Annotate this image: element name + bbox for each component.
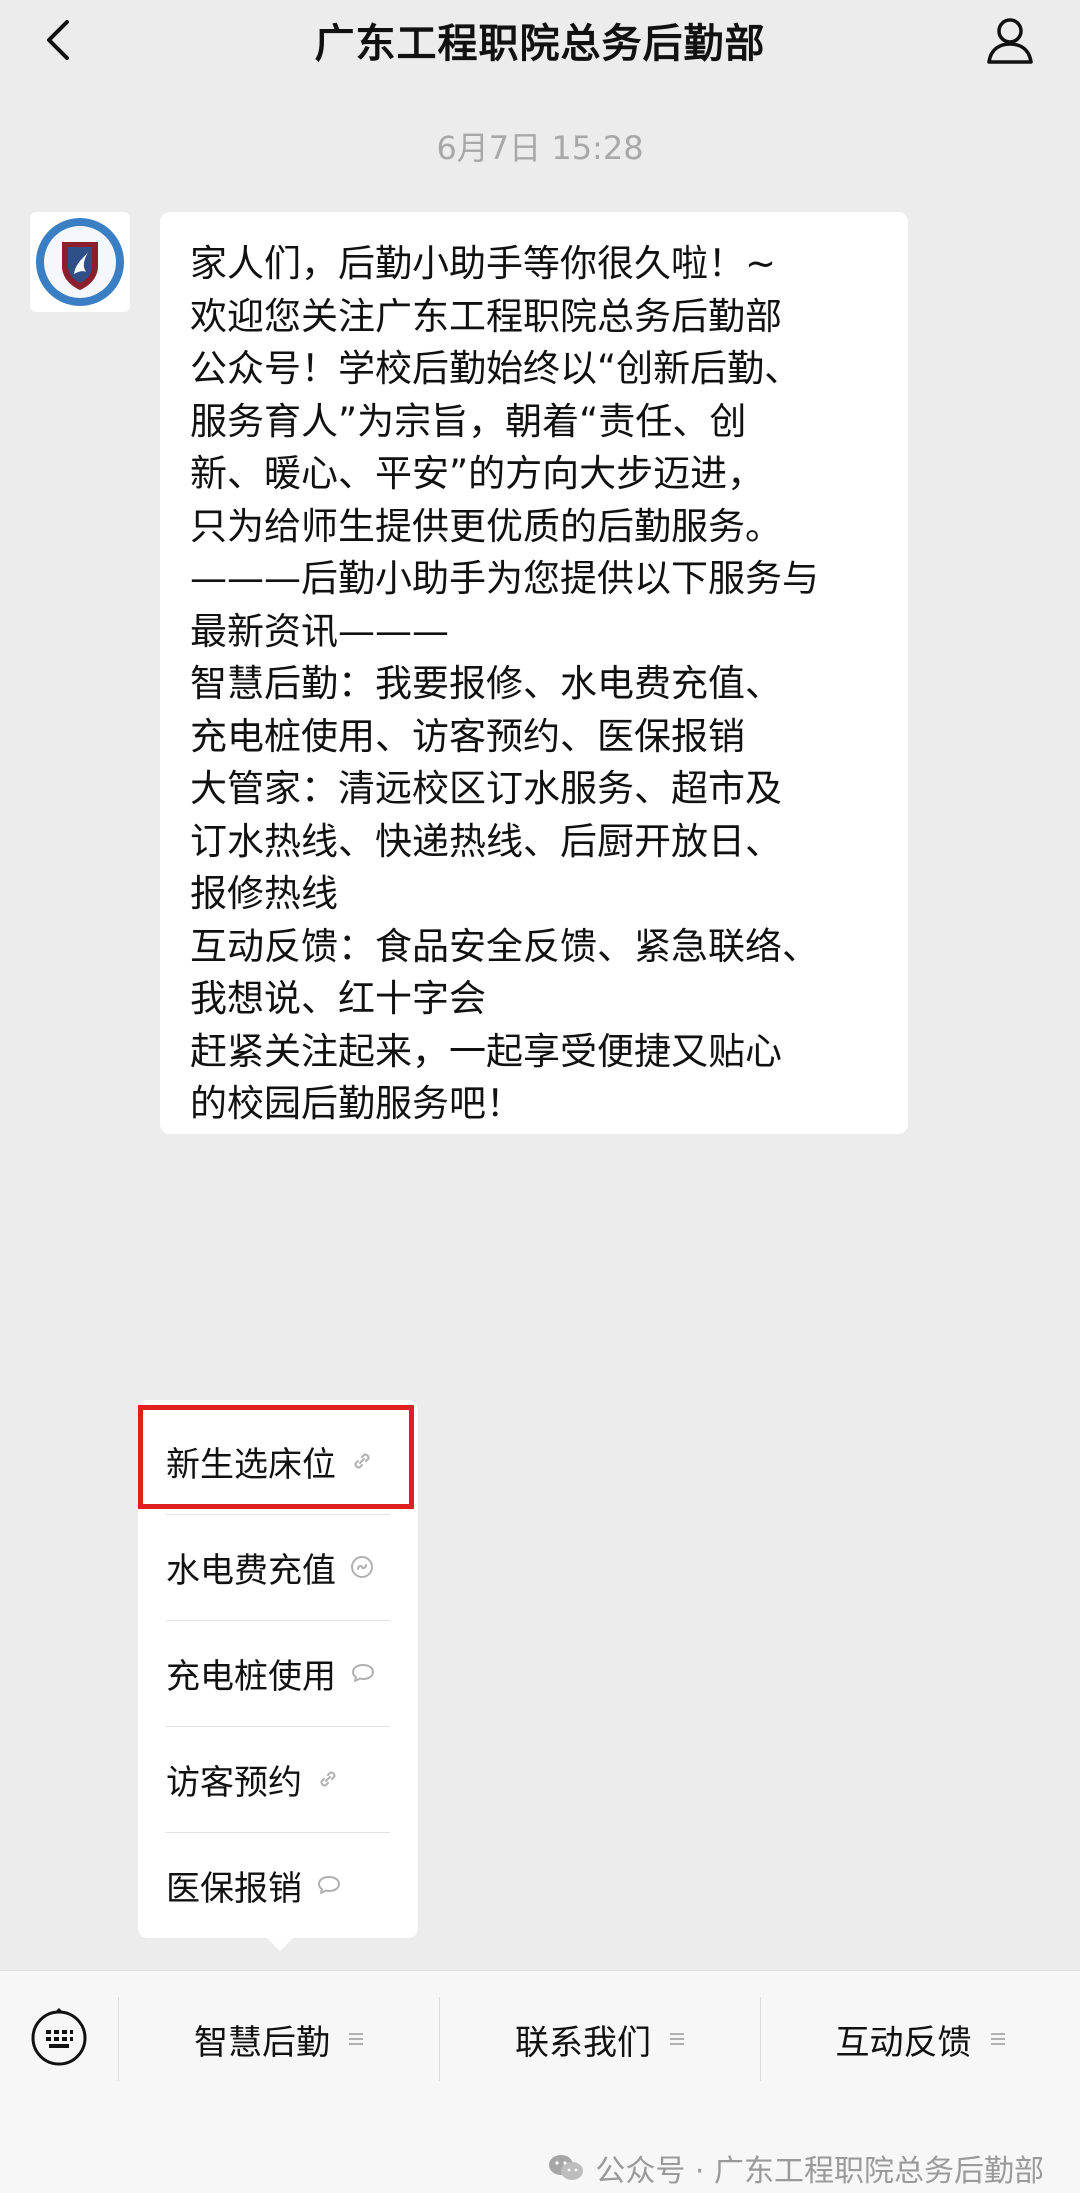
message-line: 家人们，后勤小助手等你很久啦！~ — [190, 242, 777, 285]
top-bar: 广东工程职院总务后勤部 — [0, 0, 1080, 80]
message-line: 我想说、红十字会 — [190, 977, 486, 1020]
submenu-pointer — [266, 1937, 294, 1951]
menu-item-medical-insurance[interactable]: 医保报销 — [166, 1832, 390, 1938]
tab-label: 智慧后勤 — [194, 2022, 330, 2063]
menu-item-label: 水电费充值 — [166, 1550, 336, 1591]
menu-item-label: 充电桩使用 — [166, 1656, 336, 1697]
menu-item-label: 访客预约 — [166, 1762, 302, 1803]
message-line: ———后勤小助手为您提供以下服务与 — [190, 557, 819, 600]
message-icon — [350, 1661, 376, 1685]
school-logo-icon — [36, 218, 124, 306]
message-icon — [316, 1873, 342, 1897]
tab-label: 互动反馈 — [835, 2022, 972, 2063]
message-line: 订水热线、快递热线、后厨开放日、 — [190, 819, 782, 863]
keyboard-icon — [31, 2008, 87, 2066]
message-timestamp: 6月7日 15:28 — [436, 129, 644, 167]
message-line: 充电桩使用、访客预约、医保报销 — [190, 714, 745, 758]
message-line: 服务育人”为宗旨，朝着“责任、创 — [190, 399, 747, 443]
tab-smart-logistics[interactable]: 智慧后勤 — [119, 1991, 439, 2087]
menu-item-label: 医保报销 — [166, 1868, 302, 1909]
message-line: 只为给师生提供更优质的后勤服务。 — [190, 504, 782, 548]
watermark-text: 公众号 · 广东工程职院总务后勤部 — [595, 2154, 1044, 2189]
tab-contact-us[interactable]: 联系我们 — [440, 1991, 760, 2087]
message-line: 互动反馈：食品安全反馈、紧急联络、 — [190, 924, 819, 968]
tab-label: 联系我们 — [515, 2022, 651, 2063]
highlight-box — [138, 1405, 414, 1509]
message-line: 新、暖心、平安”的方向大步迈进， — [190, 452, 765, 495]
message-line: 欢迎您关注广东工程职院总务后勤部 — [190, 294, 782, 338]
message-line: 公众号！学校后勤始终以“创新后勤、 — [190, 347, 802, 390]
tab-interactive-feedback[interactable]: 互动反馈 — [761, 1991, 1080, 2087]
watermark: 公众号 · 广东工程职院总务后勤部 — [547, 2146, 1044, 2190]
mini-program-icon — [350, 1555, 374, 1579]
account-avatar[interactable] — [30, 212, 130, 312]
menu-lines-icon — [669, 2031, 685, 2047]
menu-lines-icon — [990, 2031, 1006, 2047]
wechat-icon — [547, 2153, 585, 2183]
menu-item-utility-recharge[interactable]: 水电费充值 — [166, 1514, 390, 1620]
person-icon — [987, 18, 1033, 64]
message-line: 大管家：清远校区订水服务、超市及 — [190, 767, 782, 810]
message-bubble: 家人们，后勤小助手等你很久啦！~ 欢迎您关注广东工程职院总务后勤部 公众号！学校… — [160, 212, 908, 1134]
menu-item-visitor-booking[interactable]: 访客预约 — [166, 1726, 390, 1832]
message-line: 赶紧关注起来，一起享受便捷又贴心 — [190, 1029, 782, 1073]
keyboard-toggle-button[interactable] — [28, 2007, 90, 2069]
back-button[interactable] — [30, 12, 86, 68]
link-icon — [316, 1767, 340, 1791]
profile-button[interactable] — [980, 10, 1040, 70]
message-line: 报修热线 — [190, 872, 338, 915]
message-line: 智慧后勤：我要报修、水电费充值、 — [190, 662, 782, 705]
message-line: 的校园后勤服务吧！ — [190, 1082, 523, 1125]
menu-item-charging-pile[interactable]: 充电桩使用 — [166, 1620, 390, 1726]
back-arrow-icon — [47, 20, 69, 60]
menu-lines-icon — [348, 2031, 364, 2047]
message-line: 最新资讯——— — [190, 609, 449, 653]
page-title: 广东工程职院总务后勤部 — [314, 21, 766, 67]
